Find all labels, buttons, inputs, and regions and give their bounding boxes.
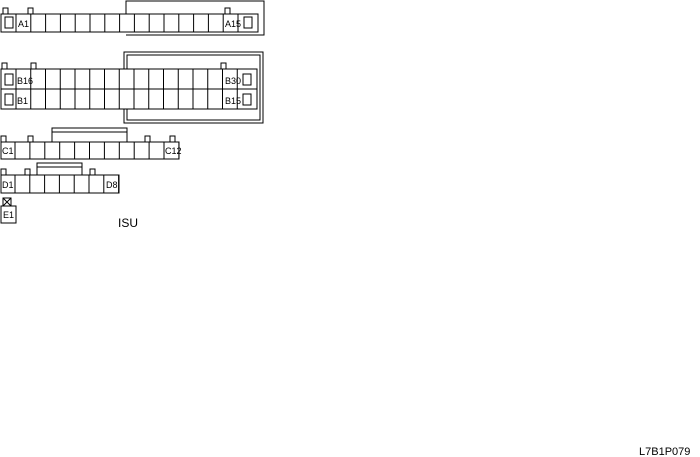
- pin-label-d8: D8: [106, 180, 118, 190]
- figure-code: L7B1P079: [639, 446, 690, 457]
- pin-label-b16: B16: [17, 76, 33, 86]
- pin-label-b30: B30: [225, 76, 241, 86]
- pin-label-a1: A1: [18, 19, 29, 29]
- connector-c: C1 C12: [0, 127, 182, 160]
- connector-d: D1 D8: [0, 162, 120, 194]
- pin-label-a15: A15: [225, 19, 241, 29]
- connector-b: B16 B30 B1 B15: [0, 51, 264, 124]
- connector-e: E1: [0, 197, 17, 224]
- connector-a: A1 A15: [0, 0, 265, 36]
- pin-label-e1: E1: [3, 210, 14, 220]
- connector-diagram: A1 A15 B16 B30 B1 B15 C1 C12 D1 D8 E1 IS…: [0, 0, 690, 457]
- diagram-caption: ISU: [118, 216, 138, 230]
- pin-label-d1: D1: [2, 180, 14, 190]
- pin-label-b1: B1: [17, 96, 28, 106]
- pin-label-c12: C12: [165, 146, 182, 156]
- pin-label-b15: B15: [225, 96, 241, 106]
- pin-label-c1: C1: [2, 146, 14, 156]
